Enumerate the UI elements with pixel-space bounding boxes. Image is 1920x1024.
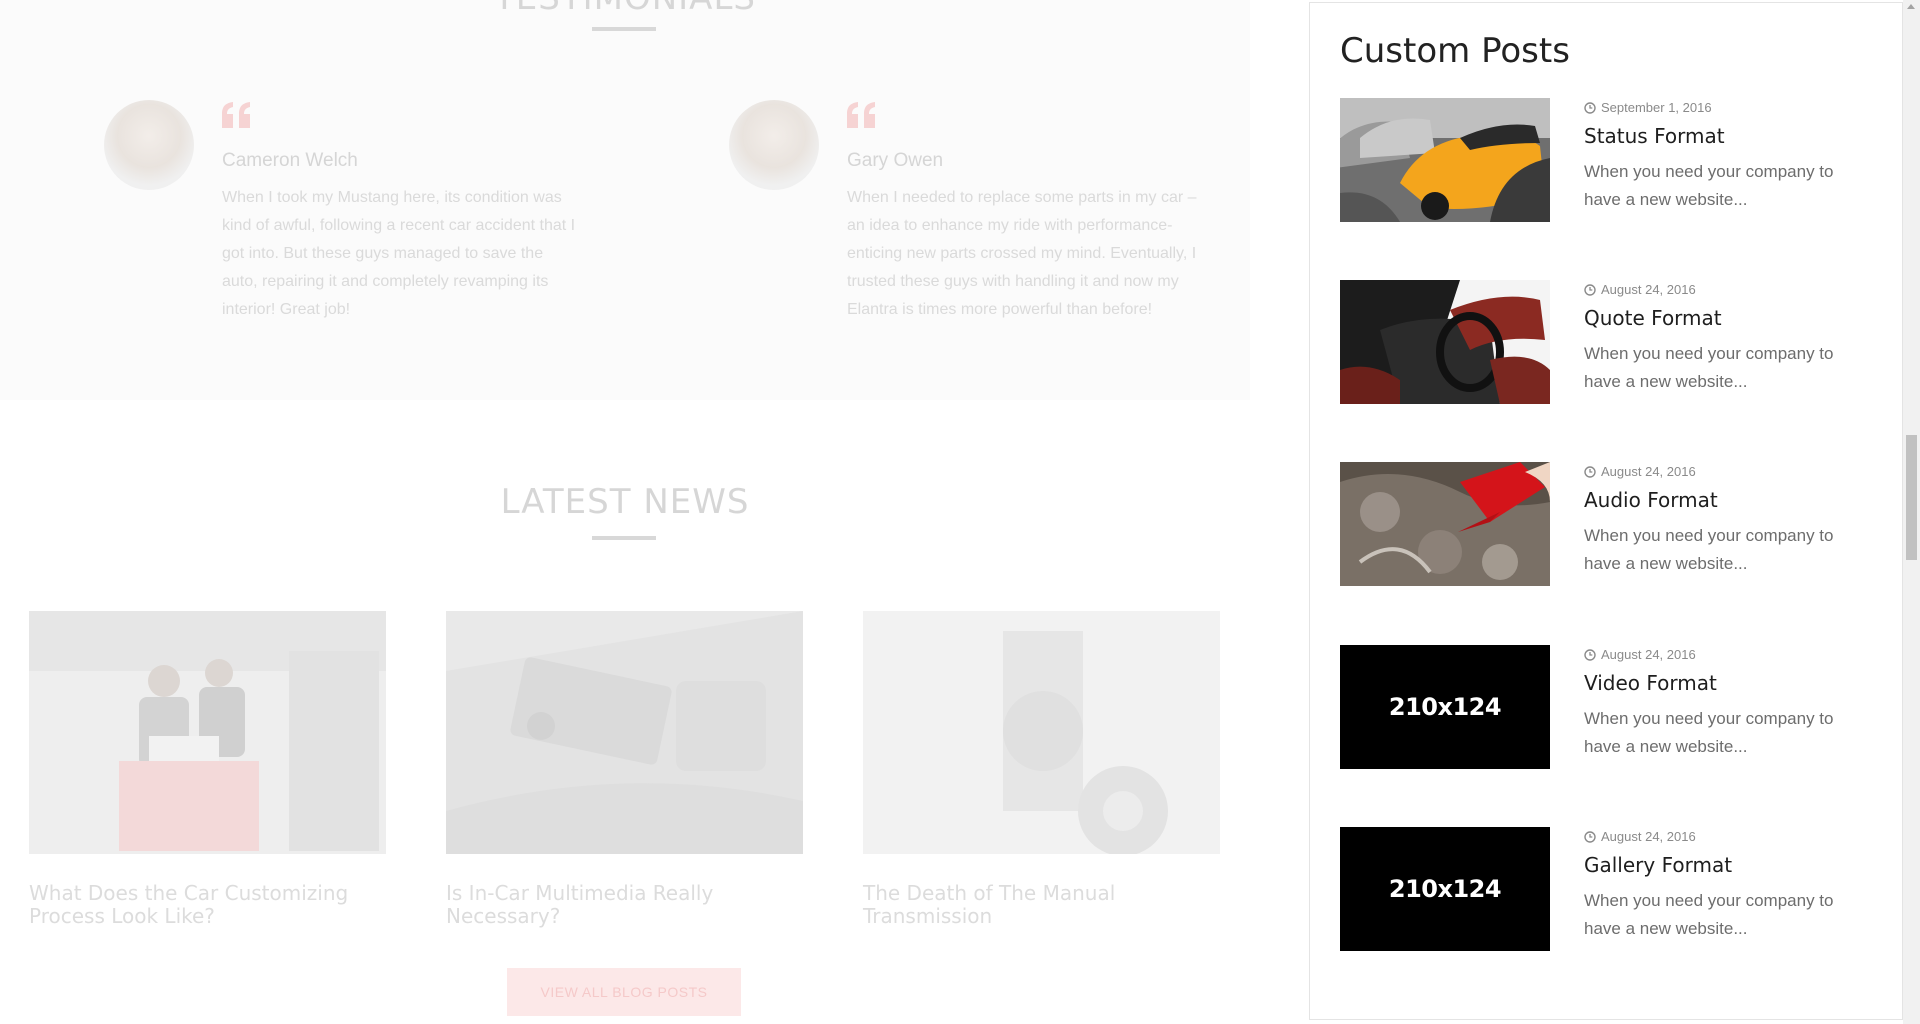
post-date-text: September 1, 2016 <box>1601 100 1712 115</box>
post-thumbnail[interactable] <box>1340 280 1550 404</box>
thumbnail-placeholder: 210x124 <box>1388 875 1502 903</box>
post-title[interactable]: Video Format <box>1584 671 1717 695</box>
scroll-up-arrow-icon[interactable] <box>1907 4 1915 9</box>
post-thumbnail[interactable] <box>1340 462 1550 586</box>
panel-title: Custom Posts <box>1340 31 1570 71</box>
post-title[interactable]: Quote Format <box>1584 306 1722 330</box>
news-title[interactable]: What Does the Car Customizing Process Lo… <box>29 882 386 928</box>
post-excerpt: When you need your company to have a new… <box>1584 344 1834 391</box>
clock-icon <box>1584 465 1596 478</box>
post-excerpt: When you need your company to have a new… <box>1584 709 1834 756</box>
avatar <box>729 100 819 190</box>
post-date-text: August 24, 2016 <box>1601 464 1696 479</box>
latest-news-heading-rule <box>592 536 656 540</box>
custom-posts-panel: Custom Posts September 1, 2016 Status Fo… <box>1309 2 1903 1020</box>
testimonials-heading: TESTIMONIALS <box>0 0 1250 18</box>
quote-icon <box>847 102 875 128</box>
post-excerpt: When you need your company to have a new… <box>1584 162 1834 209</box>
post-item[interactable]: 210x124 August 24, 2016 Gallery Format W… <box>1340 827 1880 951</box>
post-date: August 24, 2016 <box>1584 829 1696 844</box>
post-date: September 1, 2016 <box>1584 100 1712 115</box>
post-date: August 24, 2016 <box>1584 464 1696 479</box>
avatar <box>104 100 194 190</box>
post-item[interactable]: August 24, 2016 Audio Format When you ne… <box>1340 462 1880 586</box>
post-excerpt: When you need your company to have a new… <box>1584 526 1834 573</box>
news-title[interactable]: The Death of The Manual Transmission <box>863 882 1220 928</box>
testimonial-author: Gary Owen <box>847 150 944 171</box>
latest-news-heading: LATEST NEWS <box>500 482 750 522</box>
testimonial-author: Cameron Welch <box>222 150 358 171</box>
orange-car-photo <box>1340 98 1550 222</box>
post-thumbnail[interactable] <box>1340 98 1550 222</box>
post-date-text: August 24, 2016 <box>1601 829 1696 844</box>
post-item[interactable]: August 24, 2016 Quote Format When you ne… <box>1340 280 1880 404</box>
post-item[interactable]: September 1, 2016 Status Format When you… <box>1340 98 1880 222</box>
clock-icon <box>1584 830 1596 843</box>
post-title[interactable]: Gallery Format <box>1584 853 1732 877</box>
clock-icon <box>1584 283 1596 296</box>
testimonial-text: When I took my Mustang here, its conditi… <box>222 189 576 318</box>
post-excerpt: When you need your company to have a new… <box>1584 891 1834 938</box>
page-scrollbar[interactable] <box>1903 0 1920 1024</box>
news-title[interactable]: Is In-Car Multimedia Really Necessary? <box>446 882 803 928</box>
thumbnail-placeholder: 210x124 <box>1388 693 1502 721</box>
post-date-text: August 24, 2016 <box>1601 647 1696 662</box>
post-date: August 24, 2016 <box>1584 282 1696 297</box>
news-card[interactable]: What Does the Car Customizing Process Lo… <box>29 611 386 928</box>
clock-icon <box>1584 101 1596 114</box>
quote-icon <box>222 102 250 128</box>
clock-icon <box>1584 648 1596 661</box>
news-image[interactable] <box>863 611 1220 854</box>
news-card[interactable]: Is In-Car Multimedia Really Necessary? <box>446 611 803 928</box>
post-title[interactable]: Status Format <box>1584 124 1725 148</box>
post-date-text: August 24, 2016 <box>1601 282 1696 297</box>
car-interior-photo <box>1340 280 1550 404</box>
scrollbar-thumb[interactable] <box>1906 435 1917 560</box>
post-title[interactable]: Audio Format <box>1584 488 1718 512</box>
post-thumbnail[interactable]: 210x124 <box>1340 645 1550 769</box>
engine-oil-photo <box>1340 462 1550 586</box>
testimonials-heading-rule <box>592 27 656 31</box>
news-image[interactable] <box>29 611 386 854</box>
post-thumbnail[interactable]: 210x124 <box>1340 827 1550 951</box>
news-card[interactable]: The Death of The Manual Transmission <box>863 611 1220 928</box>
view-all-blog-posts-button[interactable]: VIEW ALL BLOG POSTS <box>507 968 741 1016</box>
post-date: August 24, 2016 <box>1584 647 1696 662</box>
post-item[interactable]: 210x124 August 24, 2016 Video Format Whe… <box>1340 645 1880 769</box>
news-image[interactable] <box>446 611 803 854</box>
background-page: TESTIMONIALS Cameron Welch When I took m… <box>0 0 1310 1024</box>
testimonial-text: When I needed to replace some parts in m… <box>847 189 1197 318</box>
